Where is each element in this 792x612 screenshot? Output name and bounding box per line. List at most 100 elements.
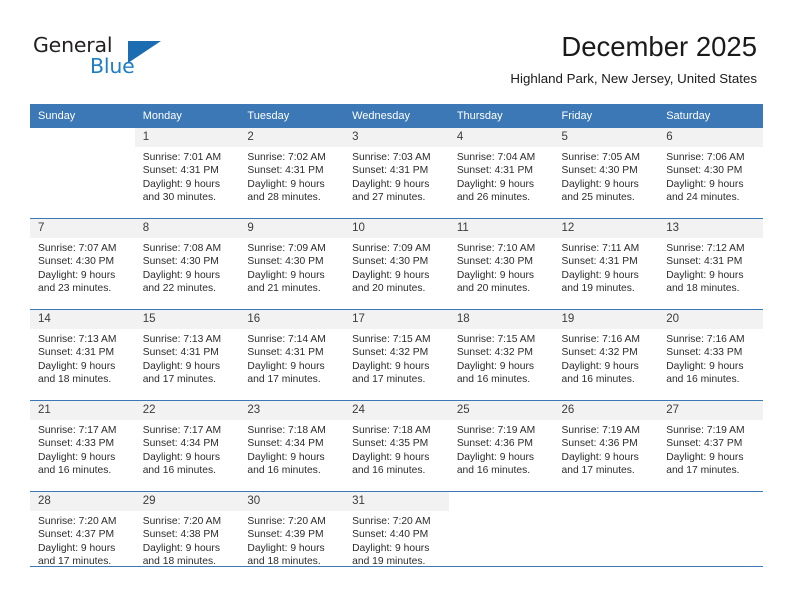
calendar-day-cell[interactable]: 28 Sunrise: 7:20 AM Sunset: 4:37 PM Dayligh… xyxy=(30,491,135,582)
day-cell-inner: 26 Sunrise: 7:19 AM Sunset: 4:36 PM Dayligh… xyxy=(553,401,659,491)
daylight-text: Daylight: 9 hours xyxy=(666,451,744,463)
general-blue-logo[interactable]: General Blue xyxy=(33,33,213,83)
day-detail-lines: Sunrise: 7:20 AM Sunset: 4:39 PM Daylight:… xyxy=(239,511,344,569)
sunset-text: Sunset: 4:30 PM xyxy=(38,256,115,268)
daylight-text: and 28 minutes. xyxy=(247,192,321,204)
day-number: 14 xyxy=(30,310,135,329)
day-detail-lines: Sunrise: 7:07 AM Sunset: 4:30 PM Daylight:… xyxy=(30,238,135,296)
sunset-text: Sunset: 4:31 PM xyxy=(38,347,115,359)
calendar-day-cell[interactable]: 3 Sunrise: 7:03 AM Sunset: 4:31 PM Daylight… xyxy=(344,128,449,219)
day-cell-inner: 14 Sunrise: 7:13 AM Sunset: 4:31 PM Dayligh… xyxy=(30,310,135,400)
calendar-day-cell[interactable]: 2 Sunrise: 7:02 AM Sunset: 4:31 PM Daylight… xyxy=(239,128,345,219)
day-cell-inner: 6 Sunrise: 7:06 AM Sunset: 4:30 PM Daylight… xyxy=(658,128,763,218)
daylight-text: and 17 minutes. xyxy=(352,374,426,386)
daylight-text: Daylight: 9 hours xyxy=(142,178,220,190)
page-title: December 2025 xyxy=(561,31,757,62)
calendar-day-cell[interactable]: 8 Sunrise: 7:08 AM Sunset: 4:30 PM Daylight… xyxy=(134,218,240,310)
daylight-text: and 22 minutes. xyxy=(142,283,216,295)
calendar-day-cell[interactable]: 12 Sunrise: 7:11 AM Sunset: 4:31 PM Dayligh… xyxy=(553,218,659,310)
day-cell-inner xyxy=(30,128,135,218)
daylight-text: Daylight: 9 hours xyxy=(352,451,430,463)
day-number: 21 xyxy=(30,401,135,420)
calendar-day-cell[interactable]: 16 Sunrise: 7:14 AM Sunset: 4:31 PM Dayligh… xyxy=(239,309,345,401)
sunset-text: Sunset: 4:39 PM xyxy=(247,529,324,541)
day-number: 2 xyxy=(239,128,345,147)
weekday-header-monday: Monday xyxy=(134,104,240,128)
calendar-day-cell[interactable]: 19 Sunrise: 7:16 AM Sunset: 4:32 PM Dayligh… xyxy=(553,309,659,401)
calendar-day-cell[interactable]: 29 Sunrise: 7:20 AM Sunset: 4:38 PM Dayligh… xyxy=(134,491,240,582)
day-number: 3 xyxy=(344,128,449,147)
day-detail-lines: Sunrise: 7:17 AM Sunset: 4:34 PM Daylight:… xyxy=(135,420,240,478)
weekday-header-friday: Friday xyxy=(553,104,659,128)
calendar-day-cell[interactable]: 5 Sunrise: 7:05 AM Sunset: 4:30 PM Daylight… xyxy=(553,128,659,219)
calendar-day-cell[interactable]: 25 Sunrise: 7:19 AM Sunset: 4:36 PM Dayligh… xyxy=(448,400,554,492)
calendar-day-cell[interactable]: 17 Sunrise: 7:15 AM Sunset: 4:32 PM Dayligh… xyxy=(344,309,449,401)
calendar-day-cell[interactable]: 22 Sunrise: 7:17 AM Sunset: 4:34 PM Dayligh… xyxy=(134,400,240,492)
day-number-empty xyxy=(448,492,554,511)
page-header: General Blue December 2025 Highland Park… xyxy=(0,0,792,100)
sunset-text: Sunset: 4:32 PM xyxy=(352,347,429,359)
daylight-text: Daylight: 9 hours xyxy=(38,542,116,554)
calendar-day-cell[interactable]: 14 Sunrise: 7:13 AM Sunset: 4:31 PM Dayligh… xyxy=(30,309,135,401)
calendar-day-cell[interactable]: 23 Sunrise: 7:18 AM Sunset: 4:34 PM Dayligh… xyxy=(239,400,345,492)
sunset-text: Sunset: 4:40 PM xyxy=(352,529,429,541)
day-detail-lines: Sunrise: 7:15 AM Sunset: 4:32 PM Daylight:… xyxy=(449,329,554,387)
sunrise-text: Sunrise: 7:11 AM xyxy=(561,243,640,254)
daylight-text: Daylight: 9 hours xyxy=(561,451,639,463)
sunset-text: Sunset: 4:38 PM xyxy=(142,529,219,541)
daylight-text: and 18 minutes. xyxy=(38,374,112,386)
day-detail-lines: Sunrise: 7:09 AM Sunset: 4:30 PM Daylight:… xyxy=(344,238,449,296)
weekday-header-wednesday: Wednesday xyxy=(344,104,449,128)
sunrise-text: Sunrise: 7:13 AM xyxy=(142,334,222,345)
calendar-day-cell[interactable]: 10 Sunrise: 7:09 AM Sunset: 4:30 PM Dayligh… xyxy=(344,218,449,310)
calendar-day-cell[interactable]: 21 Sunrise: 7:17 AM Sunset: 4:33 PM Dayligh… xyxy=(30,400,135,492)
day-number: 31 xyxy=(344,492,449,511)
day-cell-inner: 9 Sunrise: 7:09 AM Sunset: 4:30 PM Daylight… xyxy=(239,219,345,309)
sunrise-text: Sunrise: 7:14 AM xyxy=(247,334,326,345)
calendar-day-cell[interactable]: 13 Sunrise: 7:12 AM Sunset: 4:31 PM Dayligh… xyxy=(658,218,763,310)
calendar-day-cell[interactable]: 15 Sunrise: 7:13 AM Sunset: 4:31 PM Dayligh… xyxy=(134,309,240,401)
calendar-day-cell[interactable]: 18 Sunrise: 7:15 AM Sunset: 4:32 PM Dayligh… xyxy=(448,309,554,401)
calendar-day-cell[interactable]: 26 Sunrise: 7:19 AM Sunset: 4:36 PM Dayligh… xyxy=(553,400,659,492)
calendar-day-cell[interactable]: 24 Sunrise: 7:18 AM Sunset: 4:35 PM Dayligh… xyxy=(344,400,449,492)
day-detail-lines: Sunrise: 7:20 AM Sunset: 4:38 PM Daylight:… xyxy=(135,511,240,569)
calendar-day-cell[interactable]: 1 Sunrise: 7:01 AM Sunset: 4:31 PM Daylight… xyxy=(134,128,240,219)
daylight-text: Daylight: 9 hours xyxy=(456,178,535,190)
calendar-day-cell[interactable]: 6 Sunrise: 7:06 AM Sunset: 4:30 PM Daylight… xyxy=(658,128,763,219)
daylight-text: and 16 minutes. xyxy=(352,465,426,477)
day-cell-inner: 21 Sunrise: 7:17 AM Sunset: 4:33 PM Dayligh… xyxy=(30,401,135,491)
sunset-text: Sunset: 4:35 PM xyxy=(352,438,429,450)
daylight-text: Daylight: 9 hours xyxy=(142,360,220,372)
calendar-day-cell[interactable]: 27 Sunrise: 7:19 AM Sunset: 4:37 PM Dayligh… xyxy=(658,400,763,492)
sunrise-text: Sunrise: 7:01 AM xyxy=(142,152,222,163)
day-detail-lines: Sunrise: 7:20 AM Sunset: 4:40 PM Daylight:… xyxy=(344,511,449,569)
sunset-text: Sunset: 4:31 PM xyxy=(666,256,743,268)
day-cell-inner: 29 Sunrise: 7:20 AM Sunset: 4:38 PM Dayligh… xyxy=(134,492,240,582)
daylight-text: Daylight: 9 hours xyxy=(561,178,639,190)
sunset-text: Sunset: 4:36 PM xyxy=(561,438,638,450)
calendar-day-cell[interactable]: 7 Sunrise: 7:07 AM Sunset: 4:30 PM Daylight… xyxy=(30,218,135,310)
day-detail-lines: Sunrise: 7:19 AM Sunset: 4:37 PM Daylight:… xyxy=(658,420,763,478)
calendar-day-cell[interactable]: 4 Sunrise: 7:04 AM Sunset: 4:31 PM Daylight… xyxy=(448,128,554,219)
daylight-text: Daylight: 9 hours xyxy=(456,360,535,372)
day-number: 25 xyxy=(448,401,554,420)
daylight-text: and 17 minutes. xyxy=(247,374,321,386)
day-number: 23 xyxy=(239,401,345,420)
sunrise-text: Sunrise: 7:05 AM xyxy=(561,152,640,163)
day-detail-lines xyxy=(658,511,763,515)
sunrise-text: Sunrise: 7:13 AM xyxy=(38,334,117,345)
daylight-text: and 30 minutes. xyxy=(142,192,216,204)
sunset-text: Sunset: 4:30 PM xyxy=(142,256,219,268)
calendar-day-cell[interactable]: 11 Sunrise: 7:10 AM Sunset: 4:30 PM Dayligh… xyxy=(448,218,554,310)
day-number: 13 xyxy=(658,219,763,238)
daylight-text: Daylight: 9 hours xyxy=(38,269,116,281)
day-cell-inner: 22 Sunrise: 7:17 AM Sunset: 4:34 PM Dayligh… xyxy=(134,401,240,491)
day-detail-lines: Sunrise: 7:18 AM Sunset: 4:35 PM Daylight:… xyxy=(344,420,449,478)
daylight-text: Daylight: 9 hours xyxy=(247,542,325,554)
sunrise-text: Sunrise: 7:20 AM xyxy=(352,516,431,527)
calendar-day-cell[interactable]: 30 Sunrise: 7:20 AM Sunset: 4:39 PM Dayligh… xyxy=(239,491,345,582)
calendar-day-cell[interactable]: 9 Sunrise: 7:09 AM Sunset: 4:30 PM Daylight… xyxy=(239,218,345,310)
calendar-day-cell[interactable]: 20 Sunrise: 7:16 AM Sunset: 4:33 PM Dayligh… xyxy=(658,309,763,401)
calendar-day-cell[interactable]: 31 Sunrise: 7:20 AM Sunset: 4:40 PM Dayligh… xyxy=(344,491,449,582)
daylight-text: Daylight: 9 hours xyxy=(456,451,535,463)
